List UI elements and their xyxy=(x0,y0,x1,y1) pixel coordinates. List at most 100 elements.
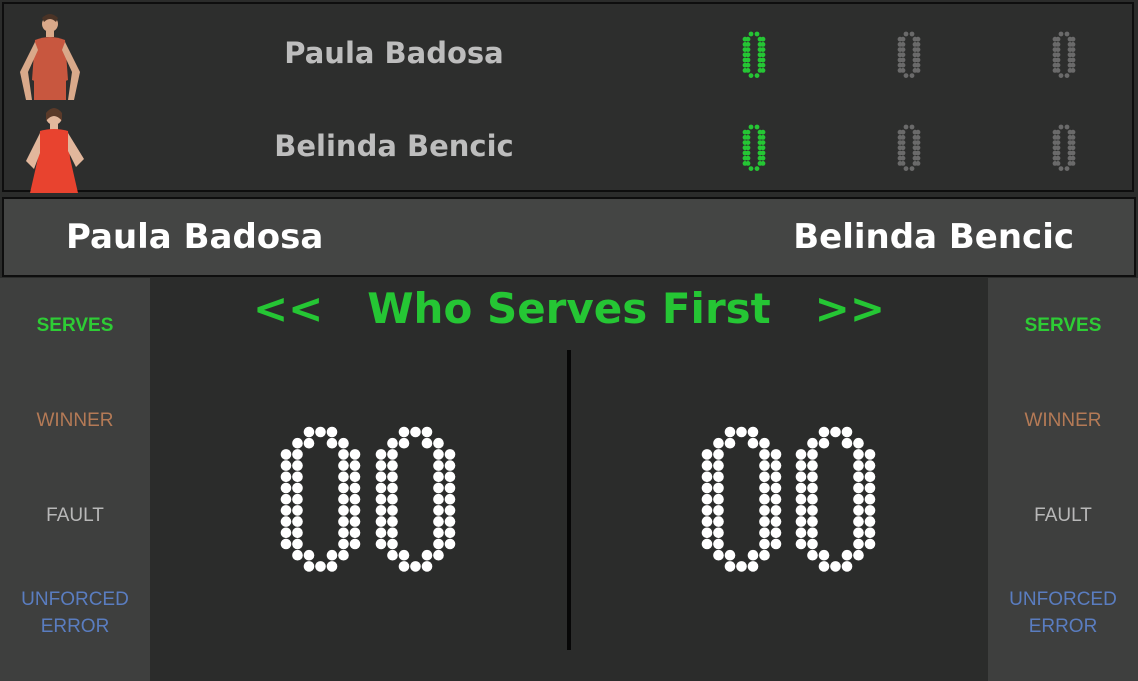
digit-dot xyxy=(375,527,387,539)
digit-dot xyxy=(433,549,444,561)
digit-dot xyxy=(713,527,724,539)
right-serves-button[interactable]: SERVES xyxy=(988,312,1138,339)
digit-dot xyxy=(421,437,433,449)
right-game-score-digit-1[interactable] xyxy=(701,426,791,576)
digit-dot xyxy=(1058,166,1064,171)
digit-dot xyxy=(444,493,456,505)
top-scoreboard: Paula Badosa Belinda Bencic xyxy=(2,2,1134,193)
digit-dot xyxy=(912,150,918,156)
left-game-score-digit-1[interactable] xyxy=(280,426,370,576)
digit-dot xyxy=(444,449,456,460)
right-stat-panel: SERVES WINNER FAULT UNFORCED ERROR xyxy=(988,278,1138,681)
digit-dot xyxy=(280,516,292,527)
digit-dot xyxy=(745,68,751,73)
digit-dot xyxy=(375,516,387,527)
digit-dot xyxy=(757,140,763,145)
serve-left-arrow[interactable]: << xyxy=(253,284,323,333)
player-1-set-2-score xyxy=(897,31,921,78)
digit-dot xyxy=(747,426,759,438)
digit-dot xyxy=(757,62,763,68)
left-winner-button[interactable]: WINNER xyxy=(0,407,150,434)
digit-dot xyxy=(387,482,398,494)
digit-dot xyxy=(770,482,782,494)
digit-dot xyxy=(745,140,751,145)
digit-dot xyxy=(795,493,807,505)
digit-dot xyxy=(1067,68,1073,73)
digit-dot xyxy=(387,493,398,505)
digit-dot xyxy=(724,426,736,438)
digit-dot xyxy=(713,437,724,449)
digit-dot xyxy=(421,549,433,561)
digit-dot xyxy=(757,129,763,135)
digit-dot xyxy=(864,516,876,527)
digit-dot xyxy=(770,471,782,483)
digit-dot xyxy=(807,471,818,483)
digit-dot xyxy=(900,129,906,135)
digit-dot xyxy=(280,538,292,550)
digit-dot xyxy=(841,561,853,572)
digit-dot xyxy=(433,482,444,494)
digit-dot xyxy=(759,505,770,516)
digit-dot xyxy=(807,493,818,505)
who-serves-first-text: Who Serves First xyxy=(367,284,771,333)
digit-dot xyxy=(903,166,909,171)
digit-dot xyxy=(909,31,915,37)
digit-dot xyxy=(387,505,398,516)
digit-dot xyxy=(853,460,864,471)
digit-dot xyxy=(280,482,292,494)
digit-dot xyxy=(853,449,864,460)
digit-dot xyxy=(444,516,456,527)
digit-dot xyxy=(759,493,770,505)
digit-dot xyxy=(900,145,906,151)
digit-dot xyxy=(701,505,713,516)
player-name-bar: Paula Badosa Belinda Bencic xyxy=(2,197,1136,277)
right-fault-button[interactable]: FAULT xyxy=(988,502,1138,529)
serve-right-arrow[interactable]: >> xyxy=(815,284,885,333)
digit-dot xyxy=(1067,42,1073,47)
digit-dot xyxy=(795,538,807,550)
left-serves-button[interactable]: SERVES xyxy=(0,312,150,339)
digit-dot xyxy=(1055,68,1061,73)
left-game-score-digit-2[interactable] xyxy=(375,426,465,576)
right-unforced-label-2: ERROR xyxy=(1028,616,1098,637)
digit-dot xyxy=(757,36,763,42)
digit-dot xyxy=(745,135,751,140)
digit-dot xyxy=(900,155,906,161)
digit-dot xyxy=(745,36,751,42)
digit-dot xyxy=(303,426,315,438)
digit-dot xyxy=(754,166,760,171)
digit-dot xyxy=(444,460,456,471)
digit-dot xyxy=(444,471,456,483)
digit-dot xyxy=(292,538,303,550)
digit-dot xyxy=(909,73,915,78)
digit-dot xyxy=(1055,145,1061,151)
digit-dot xyxy=(770,527,782,539)
digit-dot xyxy=(387,471,398,483)
digit-dot xyxy=(421,561,433,572)
digit-dot xyxy=(909,166,915,171)
digit-dot xyxy=(433,449,444,460)
right-unforced-error-button[interactable]: UNFORCED ERROR xyxy=(988,586,1138,640)
digit-dot xyxy=(745,161,751,166)
digit-dot xyxy=(759,471,770,483)
digit-dot xyxy=(770,493,782,505)
right-game-score-digit-2[interactable] xyxy=(795,426,885,576)
digit-dot xyxy=(292,549,303,561)
digit-dot xyxy=(444,527,456,539)
digit-dot xyxy=(795,449,807,460)
left-unforced-error-button[interactable]: UNFORCED ERROR xyxy=(0,586,150,640)
digit-dot xyxy=(280,493,292,505)
right-winner-button[interactable]: WINNER xyxy=(988,407,1138,434)
digit-dot xyxy=(841,426,853,438)
digit-dot xyxy=(853,538,864,550)
digit-dot xyxy=(303,437,315,449)
digit-dot xyxy=(864,493,876,505)
left-fault-button[interactable]: FAULT xyxy=(0,502,150,529)
digit-dot xyxy=(900,47,906,52)
digit-dot xyxy=(398,426,410,438)
digit-dot xyxy=(713,460,724,471)
digit-dot xyxy=(1064,73,1070,78)
digit-dot xyxy=(903,124,909,130)
digit-dot xyxy=(349,505,361,516)
digit-dot xyxy=(1067,62,1073,68)
